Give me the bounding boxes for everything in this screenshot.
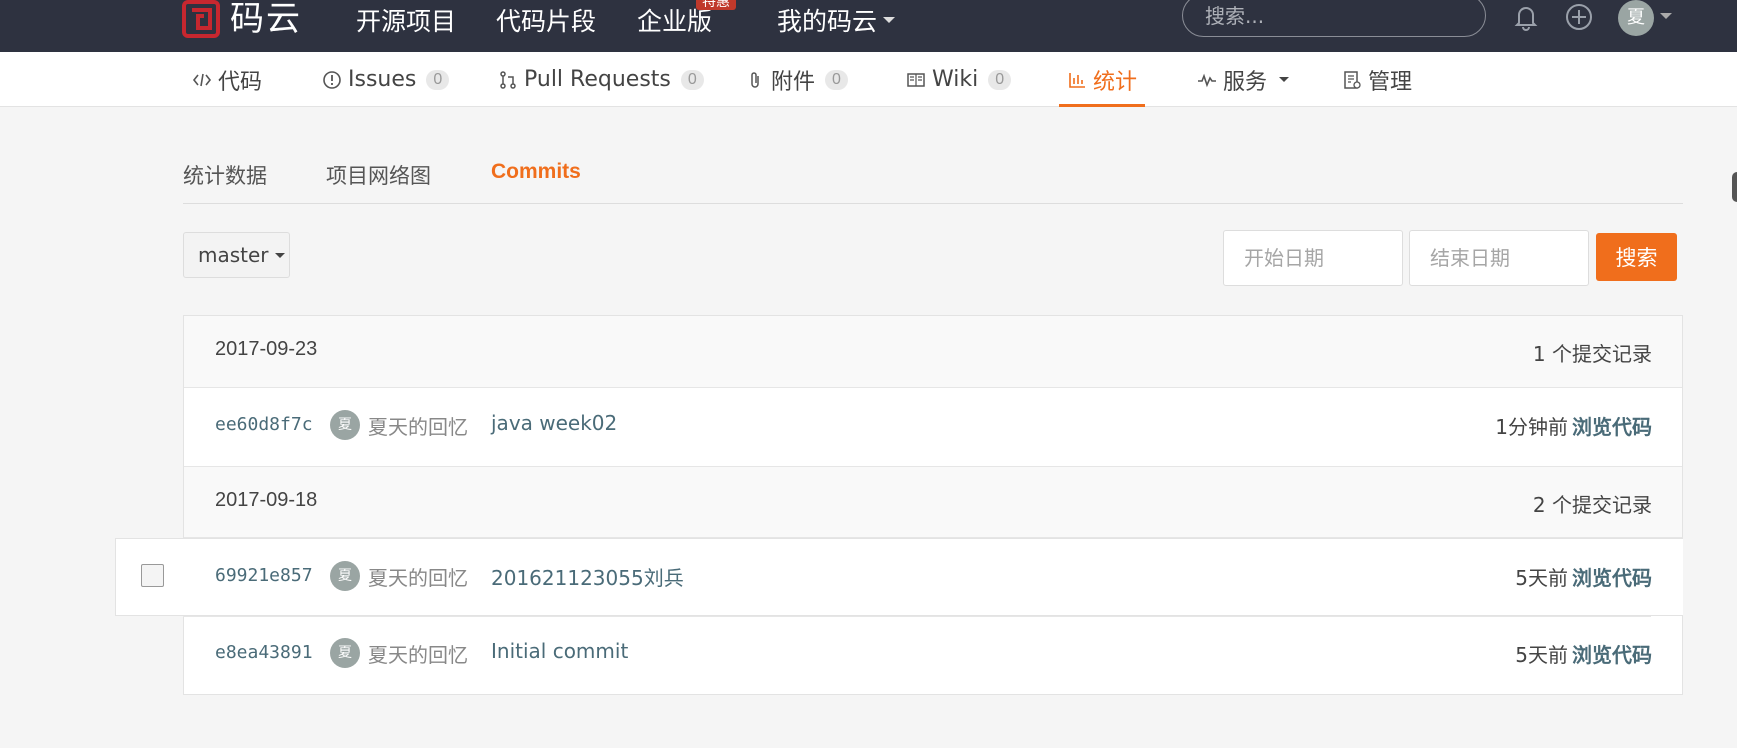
bell-icon[interactable] — [1511, 2, 1541, 32]
tab-pull-requests[interactable]: Pull Requests 0 — [498, 52, 704, 107]
branch-label: master — [198, 243, 269, 267]
commit-row[interactable]: e8ea43891 夏 夏天的回忆 Initial commit 5天前 浏览代码 — [184, 616, 1682, 693]
tab-label: 服务 — [1223, 69, 1268, 95]
group-date: 2017-09-23 — [215, 338, 318, 360]
info-circle-icon — [323, 70, 341, 89]
nav-my-gitee[interactable]: 我的码云 — [777, 0, 896, 40]
search-button[interactable]: 搜索 — [1596, 233, 1677, 281]
site-logo[interactable]: 码云 — [182, 0, 302, 38]
start-date-input[interactable] — [1223, 230, 1403, 286]
tab-label: Issues — [348, 67, 417, 92]
branch-select[interactable]: master — [183, 232, 290, 278]
commit-message-link[interactable]: java week02 — [491, 411, 617, 435]
author-avatar: 夏 — [330, 638, 360, 668]
commit-sha-link[interactable]: 69921e857 — [215, 565, 313, 586]
end-date-input[interactable] — [1409, 230, 1589, 286]
user-avatar[interactable]: 夏 — [1618, 0, 1654, 36]
commit-row-content: 69921e857 夏 夏天的回忆 201621123055刘兵 5天前 浏览代码 — [184, 539, 1682, 615]
nav-label: 代码片段 — [496, 7, 597, 36]
stats-subtabs: 统计数据 项目网络图 Commits — [183, 160, 1683, 204]
chevron-down-icon — [1279, 77, 1290, 82]
tab-attachments[interactable]: 附件 0 — [745, 52, 848, 107]
tab-services[interactable]: 服务 — [1197, 52, 1290, 107]
commit-meta: 5天前 浏览代码 — [1515, 562, 1652, 591]
commit-author[interactable]: 夏天的回忆 — [368, 639, 468, 668]
chevron-down-icon[interactable] — [1660, 13, 1672, 19]
commit-meta: 5天前 浏览代码 — [1515, 639, 1652, 668]
bar-chart-icon — [1069, 72, 1085, 88]
top-navbar: 码云 开源项目 代码片段 企业版 特惠 我的码云 夏 — [0, 0, 1737, 52]
tab-count-badge: 0 — [988, 69, 1012, 90]
chevron-down-icon — [883, 17, 896, 23]
commit-group-header: 2017-09-23 1 个提交记录 — [184, 316, 1682, 388]
commit-meta: 1分钟前 浏览代码 — [1495, 411, 1652, 440]
code-icon — [192, 73, 212, 86]
logo-mark-icon — [182, 0, 220, 38]
book-icon — [907, 72, 925, 87]
pulse-icon — [1198, 73, 1216, 87]
commit-row[interactable]: ee60d8f7c 夏 夏天的回忆 java week02 1分钟前 浏览代码 — [184, 388, 1682, 465]
pull-request-icon — [500, 70, 516, 89]
commit-time: 5天前 — [1515, 566, 1568, 590]
repo-tabs: 代码 Issues 0 Pull Requests 0 附件 0 Wiki 0 统计 服… — [0, 52, 1737, 107]
tab-label: 代码 — [218, 69, 263, 95]
tab-label: 管理 — [1368, 69, 1413, 95]
commit-author[interactable]: 夏天的回忆 — [368, 411, 468, 440]
group-date: 2017-09-18 — [215, 489, 318, 511]
browse-code-link[interactable]: 浏览代码 — [1572, 643, 1652, 667]
author-avatar: 夏 — [330, 561, 360, 591]
commit-time: 1分钟前 — [1495, 415, 1568, 439]
promo-badge: 特惠 — [696, 0, 736, 10]
commit-select-checkbox[interactable] — [141, 564, 164, 587]
commit-message-link[interactable]: 201621123055刘兵 — [491, 562, 684, 591]
tab-count-badge: 0 — [680, 69, 704, 90]
tab-label: Wiki — [932, 67, 979, 92]
group-commit-count: 1 个提交记录 — [1532, 342, 1652, 366]
side-feedback-handle[interactable] — [1732, 172, 1737, 202]
tab-count-badge: 0 — [426, 69, 450, 90]
tab-label: 附件 — [771, 69, 816, 95]
tab-code[interactable]: 代码 — [192, 52, 262, 107]
nav-snippets[interactable]: 代码片段 — [496, 0, 596, 40]
tab-manage[interactable]: 管理 — [1342, 52, 1412, 107]
logo-text: 码云 — [230, 0, 302, 39]
commit-row-selected[interactable]: 69921e857 夏 夏天的回忆 201621123055刘兵 5天前 浏览代码 — [115, 538, 1683, 616]
author-avatar: 夏 — [330, 410, 360, 440]
subtab-stats-data[interactable]: 统计数据 — [183, 160, 267, 190]
subtab-commits[interactable]: Commits — [491, 160, 581, 184]
group-commit-count: 2 个提交记录 — [1532, 493, 1652, 517]
active-tab-indicator — [1059, 104, 1145, 107]
tab-issues[interactable]: Issues 0 — [322, 52, 450, 107]
commit-sha-link[interactable]: e8ea43891 — [215, 642, 313, 663]
commit-time: 5天前 — [1515, 643, 1568, 667]
global-search-input[interactable] — [1182, 0, 1486, 37]
tab-count-badge: 0 — [825, 69, 848, 90]
chevron-down-icon — [274, 252, 285, 258]
row-divider — [183, 616, 1651, 617]
settings-doc-icon — [1344, 70, 1361, 89]
nav-open-source[interactable]: 开源项目 — [356, 0, 456, 40]
commit-list: 2017-09-23 1 个提交记录 ee60d8f7c 夏 夏天的回忆 jav… — [183, 315, 1683, 695]
nav-label: 开源项目 — [356, 7, 457, 36]
nav-label: 我的码云 — [777, 7, 878, 36]
commit-sha-link[interactable]: ee60d8f7c — [215, 414, 313, 435]
paperclip-icon — [751, 71, 759, 88]
browse-code-link[interactable]: 浏览代码 — [1572, 415, 1652, 439]
subtab-network-graph[interactable]: 项目网络图 — [326, 160, 431, 190]
commit-message-link[interactable]: Initial commit — [491, 639, 628, 663]
tab-statistics[interactable]: 统计 — [1067, 52, 1137, 107]
tab-label: 统计 — [1093, 69, 1138, 95]
tab-label: Pull Requests — [524, 67, 671, 92]
commit-group-header: 2017-09-18 2 个提交记录 — [184, 466, 1682, 538]
plus-circle-icon[interactable] — [1564, 2, 1594, 32]
browse-code-link[interactable]: 浏览代码 — [1572, 566, 1652, 590]
tab-wiki[interactable]: Wiki 0 — [906, 52, 1012, 107]
commit-author[interactable]: 夏天的回忆 — [368, 562, 468, 591]
